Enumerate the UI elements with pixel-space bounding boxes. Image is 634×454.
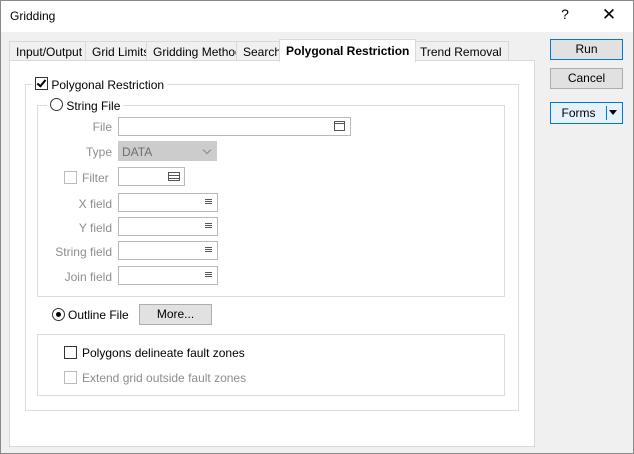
help-button[interactable]: ? (554, 6, 576, 26)
polygonal-restriction-legend: Polygonal Restriction (32, 77, 168, 92)
list-icon[interactable] (205, 247, 212, 254)
close-icon[interactable]: ✕ (595, 5, 623, 27)
filter-icon[interactable] (168, 172, 180, 181)
list-icon[interactable] (205, 272, 212, 279)
join-field-label: Join field (64, 270, 112, 284)
chevron-down-icon (202, 145, 212, 155)
forms-separator (606, 106, 607, 120)
filter-label: Filter (82, 171, 109, 185)
x-field-label: X field (78, 197, 112, 211)
cancel-button[interactable]: Cancel (550, 68, 623, 89)
delineate-fault-label: Polygons delineate fault zones (82, 346, 245, 360)
fault-zones-group (37, 334, 505, 396)
title-bar: Gridding ? ✕ (1, 1, 633, 32)
delineate-fault-checkbox[interactable] (64, 346, 77, 359)
type-value: DATA (122, 145, 153, 159)
list-icon[interactable] (205, 223, 212, 230)
gridding-dialog: Gridding ? ✕ Input/Output Grid Limits Gr… (0, 0, 634, 454)
y-field-input[interactable] (118, 217, 218, 236)
outline-file-radio[interactable] (52, 308, 65, 321)
string-field-input[interactable] (118, 241, 218, 260)
file-input[interactable] (118, 117, 351, 136)
window-title: Gridding (10, 9, 56, 23)
run-label: Run (575, 42, 598, 56)
string-file-legend: String File (47, 98, 124, 113)
type-select[interactable]: DATA (118, 141, 217, 161)
polygonal-restriction-checkbox[interactable] (35, 77, 48, 91)
tab-strip: Input/Output Grid Limits Gridding Method… (9, 39, 509, 62)
y-field-label: Y field (78, 221, 112, 235)
tab-polygonal-restriction[interactable]: Polygonal Restriction (279, 39, 417, 62)
type-label: Type (85, 145, 112, 159)
chevron-down-icon[interactable] (609, 110, 617, 115)
filter-input[interactable] (118, 167, 185, 186)
forms-label: Forms (561, 106, 596, 120)
extend-grid-label: Extend grid outside fault zones (82, 371, 247, 385)
tab-input-output[interactable]: Input/Output (9, 41, 90, 61)
string-field-label: String field (55, 245, 112, 259)
outline-file-label: Outline File (68, 308, 129, 322)
file-label: File (92, 120, 112, 134)
filter-checkbox[interactable] (64, 171, 77, 184)
join-field-input[interactable] (118, 266, 218, 285)
cancel-label: Cancel (567, 71, 606, 85)
more-button[interactable]: More... (139, 304, 212, 325)
browse-icon[interactable] (334, 121, 345, 131)
string-file-radio[interactable] (50, 98, 63, 112)
tab-gridding-method[interactable]: Gridding Method (146, 41, 249, 61)
tab-trend-removal[interactable]: Trend Removal (413, 41, 509, 61)
string-file-label: String File (66, 98, 121, 113)
x-field-input[interactable] (118, 193, 218, 212)
tab-panel: Polygonal Restriction String File File T… (9, 60, 535, 447)
forms-button[interactable]: Forms (550, 102, 623, 124)
list-icon[interactable] (205, 199, 212, 206)
polygonal-restriction-label: Polygonal Restriction (51, 77, 165, 92)
run-button[interactable]: Run (550, 39, 623, 60)
extend-grid-checkbox[interactable] (64, 371, 77, 384)
